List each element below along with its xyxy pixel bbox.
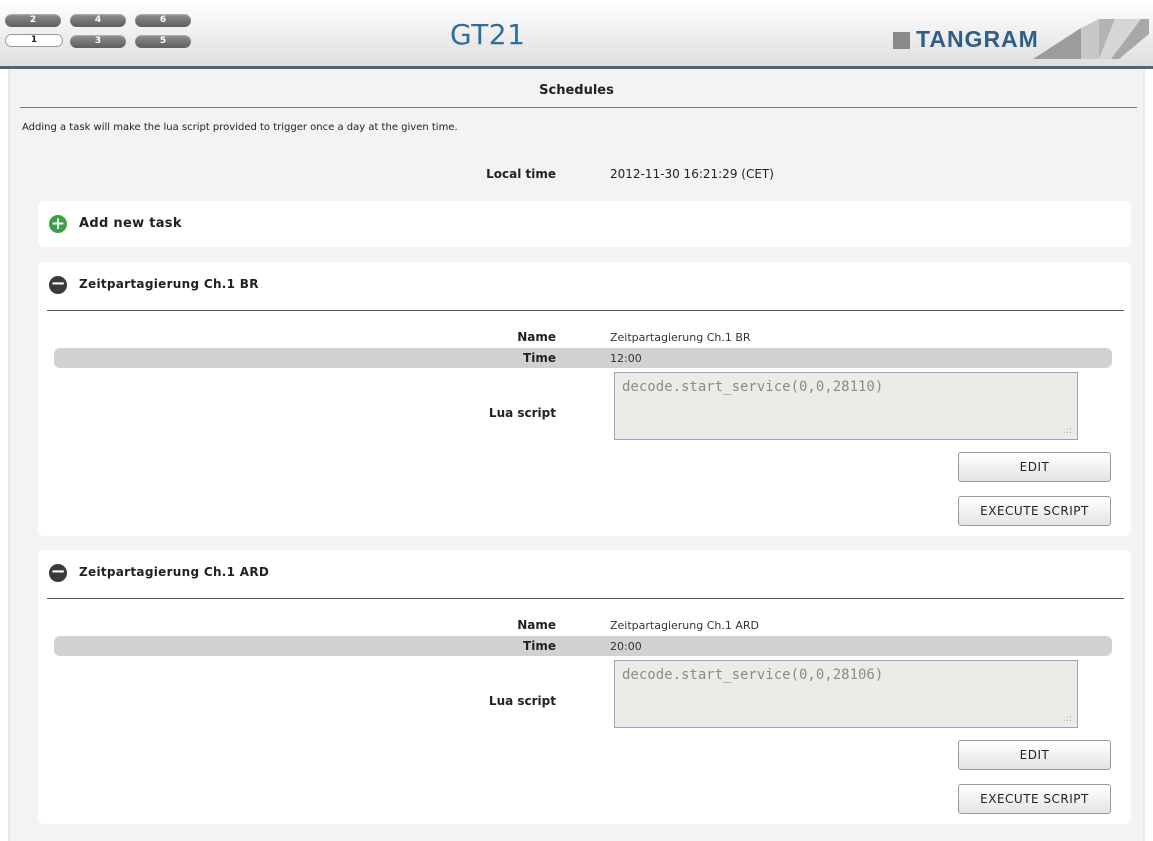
name-value: Zeitpartagierung Ch.1 BR — [610, 331, 751, 344]
device-title: GT21 — [450, 18, 526, 51]
lua-script-label: Lua script — [488, 406, 556, 420]
minus-circle-icon[interactable]: − — [49, 563, 67, 582]
name-label: Name — [517, 330, 556, 344]
minus-circle-icon[interactable]: − — [49, 275, 67, 294]
time-value: 12:00 — [610, 352, 642, 365]
lua-script-textarea[interactable]: decode.start_service(0,0,28110) .:: — [614, 372, 1078, 440]
resize-grip-icon[interactable]: .:: — [1063, 714, 1072, 724]
edit-button[interactable]: EDIT — [958, 452, 1111, 482]
schedules-panel: Schedules Adding a task will make the lu… — [10, 69, 1143, 841]
slot-1-button[interactable]: 1 — [5, 34, 63, 47]
logo-text: TANGRAM — [916, 26, 1039, 52]
logo-square-icon — [893, 32, 910, 49]
slot-4-button[interactable]: 4 — [70, 14, 126, 27]
task-divider — [47, 598, 1124, 599]
task-title[interactable]: Zeitpartagierung Ch.1 ARD — [79, 565, 269, 579]
lua-script-text: decode.start_service(0,0,28110) — [622, 379, 884, 395]
task-divider — [47, 310, 1124, 311]
slot-5-button[interactable]: 5 — [135, 35, 191, 48]
execute-script-button[interactable]: EXECUTE SCRIPT — [958, 784, 1111, 814]
task-title[interactable]: Zeitpartagierung Ch.1 BR — [79, 277, 259, 291]
time-label: Time — [523, 639, 556, 653]
slot-3-button[interactable]: 3 — [70, 35, 126, 48]
page-title: Schedules — [539, 83, 614, 98]
slot-selector: 2 4 6 1 3 5 — [5, 14, 195, 54]
tangram-logo: TANGRAM — [893, 19, 1151, 62]
execute-script-button[interactable]: EXECUTE SCRIPT — [958, 496, 1111, 526]
name-value: Zeitpartagierung Ch.1 ARD — [610, 619, 760, 632]
slot-6-button[interactable]: 6 — [135, 14, 191, 27]
lua-script-label: Lua script — [488, 694, 556, 708]
task-card: − Zeitpartagierung Ch.1 BR Name Zeitpart… — [38, 262, 1131, 536]
add-task-label[interactable]: Add new task — [79, 216, 182, 231]
header-bar: 2 4 6 1 3 5 GT21 TANGRAM — [0, 0, 1153, 69]
title-divider — [20, 107, 1137, 108]
time-value: 20:00 — [610, 640, 642, 653]
local-time-label: Local time — [486, 167, 556, 181]
time-label: Time — [523, 351, 556, 365]
local-time-value: 2012-11-30 16:21:29 (CET) — [610, 167, 774, 181]
task-card: − Zeitpartagierung Ch.1 ARD Name Zeitpar… — [38, 550, 1131, 824]
plus-circle-icon[interactable]: + — [49, 215, 67, 233]
intro-text: Adding a task will make the lua script p… — [22, 122, 458, 133]
logo-triangles-icon — [1033, 19, 1149, 59]
lua-script-textarea[interactable]: decode.start_service(0,0,28106) .:: — [614, 660, 1078, 728]
add-task-card[interactable]: + Add new task — [38, 201, 1131, 247]
slot-2-button[interactable]: 2 — [5, 14, 61, 27]
lua-script-text: decode.start_service(0,0,28106) — [622, 667, 884, 683]
resize-grip-icon[interactable]: .:: — [1063, 426, 1072, 436]
name-label: Name — [517, 618, 556, 632]
edit-button[interactable]: EDIT — [958, 740, 1111, 770]
